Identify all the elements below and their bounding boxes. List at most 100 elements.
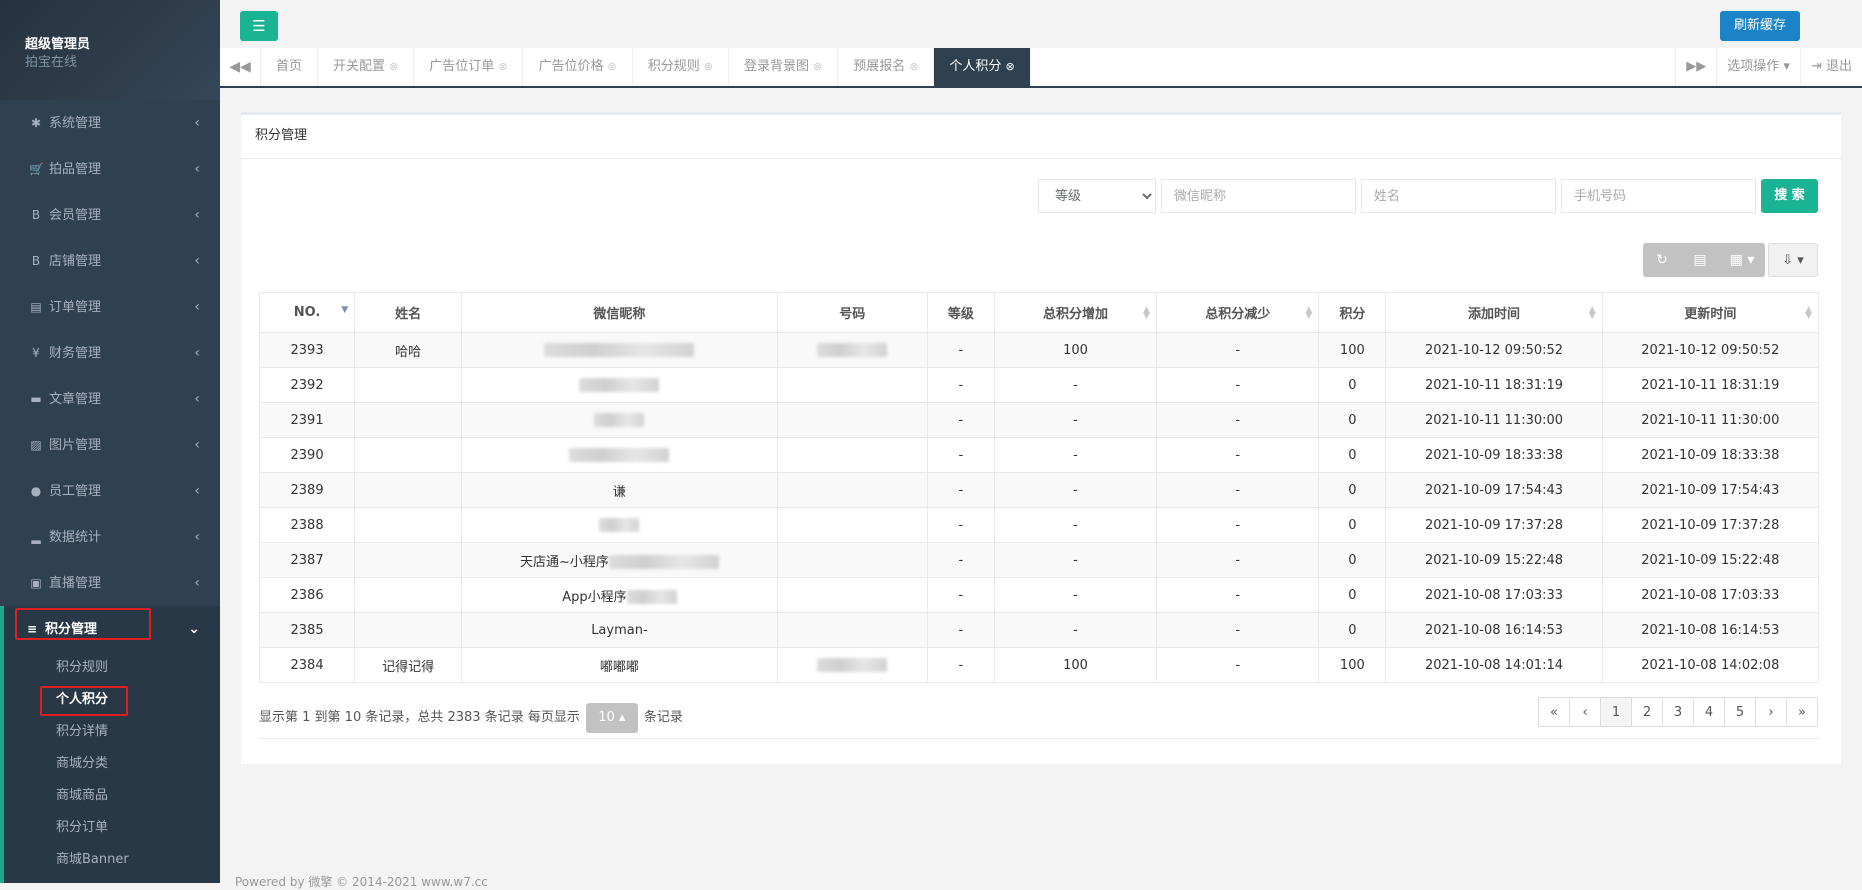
gear-icon: ✱ (30, 116, 42, 130)
column-header-4[interactable]: 等级 (926, 292, 995, 333)
submenu-item-6[interactable]: 商城Banner (4, 844, 220, 876)
export-button[interactable]: ⇩ ▾ (1768, 243, 1818, 277)
table-cell-points: 0 (1318, 437, 1387, 473)
tab-7[interactable]: 个人积分 ⊗ (934, 48, 1031, 86)
tab-3[interactable]: 广告位价格 ⊗ (523, 48, 633, 86)
table-cell-phone (776, 402, 928, 438)
sidebar-item-8[interactable]: ● 员工管理 ‹ (0, 468, 220, 514)
table-row[interactable]: 2392 - - - 0 2021-10-11 18:31:19 2021-10-11 18… (258, 367, 1820, 403)
sidebar-item-1[interactable]: 🛒 拍品管理 ‹ (0, 146, 220, 192)
column-header-3[interactable]: 号码 (776, 292, 928, 333)
name-input[interactable] (1361, 179, 1556, 213)
page-button-4[interactable]: 3 (1662, 697, 1694, 727)
sidebar-item-0[interactable]: ✱ 系统管理 ‹ (0, 100, 220, 146)
column-header-6[interactable]: 总积分减少 ▲ ▼ (1156, 292, 1320, 333)
page-button-5[interactable]: 4 (1693, 697, 1725, 727)
close-tab-icon[interactable]: ⊗ (389, 60, 398, 73)
refresh-cache-button[interactable]: 刷新缓存 (1719, 11, 1800, 41)
toggle-view-button[interactable]: ▤ (1681, 243, 1719, 277)
logout-button[interactable]: ⇥ 退出 (1799, 48, 1862, 86)
tab-scroll-left-button[interactable]: ◀◀ (220, 48, 261, 86)
cell-text: 2021-10-09 17:54:43 (1424, 482, 1564, 498)
column-header-9[interactable]: 更新时间 ▲ ▼ (1601, 292, 1820, 333)
page-button-0[interactable]: « (1538, 697, 1570, 727)
column-header-8[interactable]: 添加时间 ▲ ▼ (1385, 292, 1603, 333)
sidebar-item-label: 店铺管理 (49, 254, 102, 269)
submenu-item-3[interactable]: 商城分类 (4, 748, 220, 780)
caret-down-icon: ▾ (1779, 59, 1790, 74)
sidebar-item-5[interactable]: ¥ 财务管理 ‹ (0, 330, 220, 376)
page-button-3[interactable]: 2 (1631, 697, 1663, 727)
tab-0[interactable]: 首页 (261, 48, 319, 86)
sidebar-item-3[interactable]: B 店铺管理 ‹ (0, 238, 220, 284)
sidebar-item-6[interactable]: ▬ 文章管理 ‹ (0, 376, 220, 422)
options-dropdown[interactable]: 选项操作 ▾ (1716, 48, 1800, 86)
submenu-item-2[interactable]: 积分详情 (4, 716, 220, 748)
close-tab-icon[interactable]: ⊗ (909, 60, 918, 73)
table-row[interactable]: 2385 Layman- - - - 0 2021-10-08 16:14:53 2021-1… (258, 612, 1820, 648)
chevron-left-icon: ‹ (194, 483, 200, 499)
redacted-block (817, 343, 888, 357)
table-cell-dec: - (1156, 402, 1320, 438)
sidebar-item-7[interactable]: ▨ 图片管理 ‹ (0, 422, 220, 468)
submenu-item-0[interactable]: 积分规则 (4, 652, 220, 684)
table-row[interactable]: 2387 天店通~小程序 - - - 0 2021-10-09 15:22:48 2021-1… (258, 542, 1820, 578)
sidebar-item-10[interactable]: ▣ 直播管理 ‹ (0, 560, 220, 606)
refresh-table-button[interactable]: ↻ (1643, 243, 1681, 277)
close-tab-icon[interactable]: ⊗ (498, 60, 507, 73)
table-row[interactable]: 2386 App小程序 - - - 0 2021-10-08 17:03:33 2021-10… (258, 577, 1820, 613)
wechat-nickname-input[interactable] (1161, 179, 1356, 213)
table-cell-name (354, 612, 463, 648)
page-button-8[interactable]: » (1786, 697, 1818, 727)
sidebar-item-9[interactable]: ▂ 数据统计 ‹ (0, 514, 220, 560)
phone-input[interactable] (1561, 179, 1756, 213)
column-header-0[interactable]: NO. ▼ (258, 292, 356, 333)
level-select[interactable]: 等级 (1038, 179, 1156, 213)
sidebar-item-2[interactable]: B 会员管理 ‹ (0, 192, 220, 238)
tab-6[interactable]: 预展报名 ⊗ (838, 48, 935, 86)
table-cell-points: 0 (1318, 367, 1387, 403)
sidebar-item-points-management[interactable]: ≡ 积分管理 ⌄ (0, 606, 220, 652)
table-row[interactable]: 2390 - - - 0 2021-10-09 18:33:38 2021-10-09 18… (258, 437, 1820, 473)
tab-scroll-right-button[interactable]: ▶▶ (1675, 48, 1716, 86)
submenu-item-4[interactable]: 商城商品 (4, 780, 220, 812)
tab-5[interactable]: 登录背景图 ⊗ (729, 48, 839, 86)
tab-4[interactable]: 积分规则 ⊗ (633, 48, 729, 86)
column-header-label: 总积分减少 (1205, 307, 1271, 322)
tab-1[interactable]: 开关配置 ⊗ (318, 48, 415, 86)
page-size-dropdown[interactable]: 10 ▴ (585, 703, 638, 733)
close-tab-icon[interactable]: ⊗ (813, 60, 822, 73)
column-header-2[interactable]: 微信昵称 (461, 292, 778, 333)
sidebar-item-label: 直播管理 (49, 576, 102, 591)
page-button-7[interactable]: › (1755, 697, 1787, 727)
submenu-item-5[interactable]: 积分订单 (4, 812, 220, 844)
table-row[interactable]: 2391 - - - 0 2021-10-11 11:30:00 2021-10-11 11… (258, 402, 1820, 438)
table-row[interactable]: 2388 - - - 0 2021-10-09 17:37:28 2021-10-09 17… (258, 507, 1820, 543)
column-header-1[interactable]: 姓名 (354, 292, 463, 333)
menu-toggle-button[interactable]: ☰ (240, 11, 278, 41)
cell-text: - (1235, 622, 1241, 638)
page-button-6[interactable]: 5 (1724, 697, 1756, 727)
table-row[interactable]: 2384 记得记得 嘟嘟嘟 - 100 - 100 2021-10-08 14:01:14 20… (258, 647, 1820, 683)
close-tab-icon[interactable]: ⊗ (704, 60, 713, 73)
close-tab-icon[interactable]: ⊗ (1005, 60, 1014, 73)
column-header-7[interactable]: 积分 (1318, 292, 1387, 333)
submenu-item-1[interactable]: 个人积分 (4, 684, 220, 716)
page-button-1[interactable]: ‹ (1569, 697, 1601, 727)
search-button[interactable]: 搜 索 (1761, 179, 1818, 213)
chevron-left-icon: ‹ (194, 253, 200, 269)
close-tab-icon[interactable]: ⊗ (608, 60, 617, 73)
column-header-5[interactable]: 总积分增加 ▲ ▼ (993, 292, 1158, 333)
cell-text: 2021-10-09 17:54:43 (1641, 482, 1780, 498)
table-cell-points: 100 (1318, 332, 1387, 368)
table-row[interactable]: 2393 哈哈 - 100 - 100 2021-10-12 09:50:52 2021-10… (258, 332, 1820, 368)
table-row[interactable]: 2389 谦 - - - 0 2021-10-09 17:54:43 2021-10-09 1… (258, 472, 1820, 508)
cell-text: - (1235, 377, 1241, 393)
page-button-2[interactable]: 1 (1600, 697, 1632, 727)
tab-2[interactable]: 广告位订单 ⊗ (414, 48, 524, 86)
cell-text: 2392 (290, 377, 324, 393)
columns-button[interactable]: ▦ ▾ (1719, 243, 1765, 277)
cart-icon: 🛒 (29, 162, 44, 176)
sidebar-item-4[interactable]: ▤ 订单管理 ‹ (0, 284, 220, 330)
page-size-value: 10 (598, 710, 615, 725)
